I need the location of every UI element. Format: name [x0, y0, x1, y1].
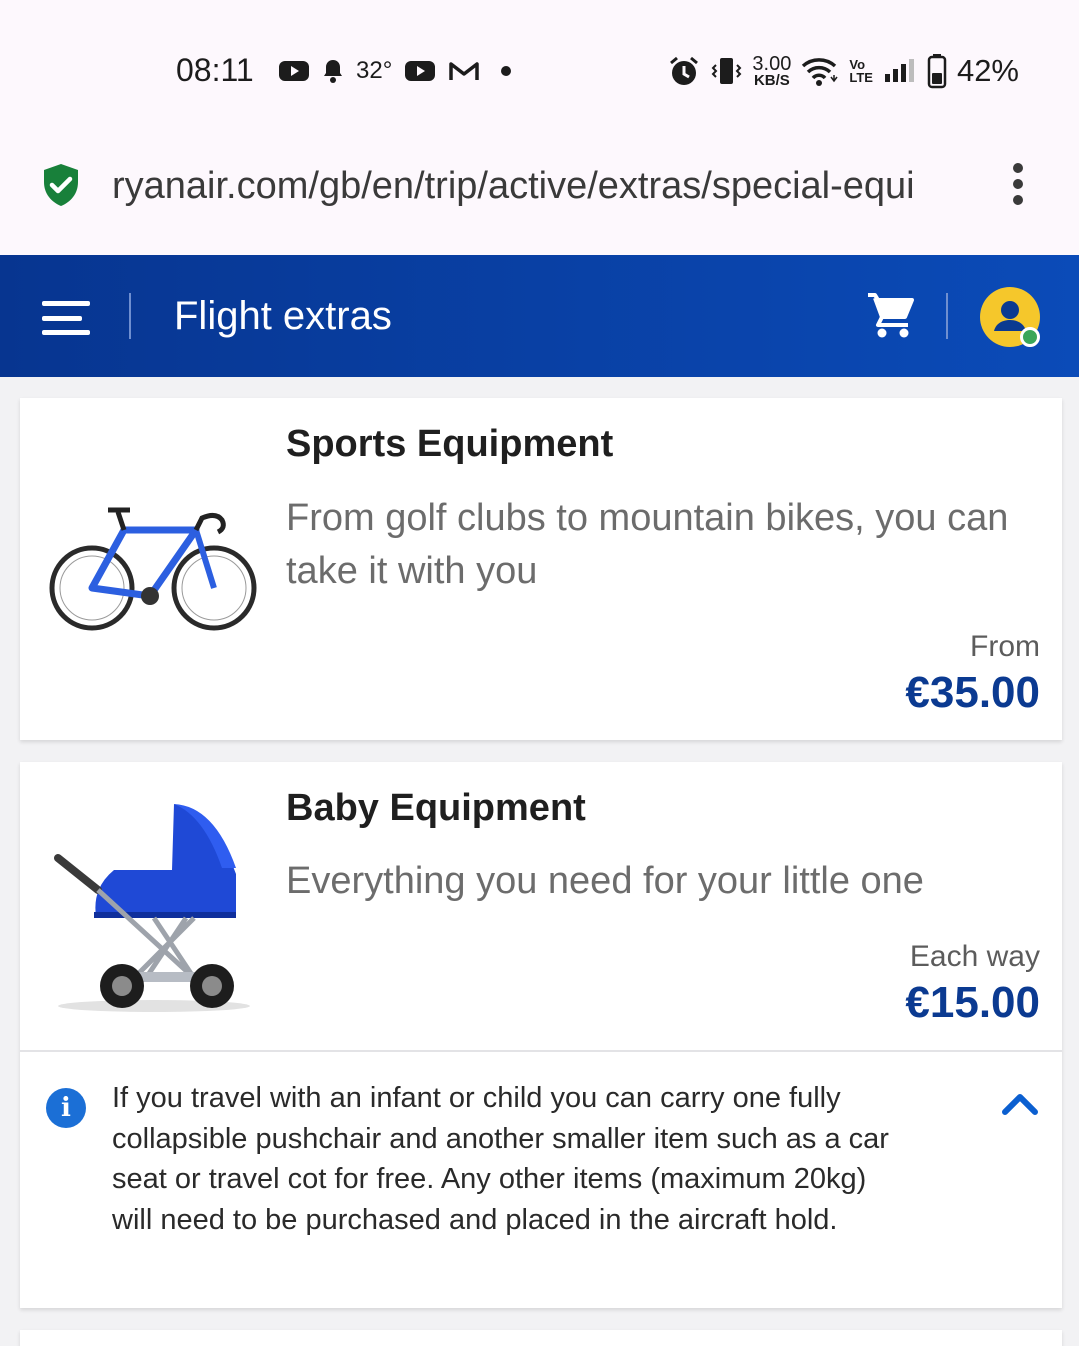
price: €15.00	[905, 978, 1040, 1027]
bicycle-image	[49, 507, 257, 631]
header-divider	[946, 293, 948, 339]
price: €35.00	[905, 668, 1040, 717]
next-card	[20, 1330, 1062, 1346]
battery-percent: 42%	[956, 53, 1019, 88]
card-title: Sports Equipment	[286, 423, 614, 465]
header-divider	[129, 293, 131, 339]
gmail-icon	[449, 62, 480, 80]
page-title: Flight extras	[174, 294, 392, 338]
battery-icon	[927, 54, 947, 89]
price-label: Each way	[909, 940, 1040, 973]
status-temperature: 32°	[356, 57, 393, 84]
browser-address-bar: ryanair.com/gb/en/trip/active/extras/spe…	[0, 130, 1079, 255]
online-status-dot	[1020, 327, 1040, 347]
youtube-icon	[279, 61, 309, 81]
app-header: Flight extras	[0, 255, 1079, 377]
chevron-up-icon[interactable]	[1000, 1088, 1040, 1118]
price-label: From	[970, 630, 1040, 663]
card-description: From golf clubs to mountain bikes, you c…	[286, 497, 1009, 592]
network-speed-unit: KB/S	[753, 72, 790, 89]
cart-icon[interactable]	[866, 291, 916, 339]
network-speed-value: 3.00	[752, 53, 792, 75]
status-bar: 08:11 32° 3.00 KB/S Vo LTE 42%	[0, 0, 1079, 130]
sports-equipment-card[interactable]: Sports Equipment From golf clubs to moun…	[20, 398, 1062, 740]
divider	[20, 1050, 1062, 1052]
alarm-icon	[670, 56, 699, 85]
card-title: Baby Equipment	[286, 787, 586, 829]
vibrate-icon	[712, 58, 742, 84]
shield-check-icon[interactable]	[40, 162, 82, 208]
status-time: 08:11	[176, 52, 254, 88]
kebab-menu-icon[interactable]	[1000, 160, 1036, 208]
status-left-icons: 32°	[278, 54, 516, 88]
baby-equipment-card[interactable]: Baby Equipment Everything you need for y…	[20, 762, 1062, 1308]
wifi-icon	[802, 58, 838, 86]
status-right-icons: 3.00 KB/S Vo LTE 42%	[668, 52, 1019, 90]
network-speed: 3.00 KB/S	[752, 54, 791, 88]
hamburger-icon[interactable]	[42, 301, 90, 335]
notification-bell-icon	[324, 60, 342, 83]
youtube-icon	[405, 61, 436, 81]
info-text: If you travel with an infant or child yo…	[112, 1082, 889, 1236]
card-description: Everything you need for your little one	[286, 860, 924, 902]
volte-indicator: Vo LTE	[849, 57, 873, 85]
info-icon: i	[46, 1088, 86, 1128]
dot-icon	[501, 66, 512, 76]
signal-icon	[884, 59, 914, 82]
url-field[interactable]: ryanair.com/gb/en/trip/active/extras/spe…	[112, 162, 967, 210]
user-avatar-icon[interactable]	[980, 287, 1040, 347]
pram-image	[54, 804, 250, 1012]
